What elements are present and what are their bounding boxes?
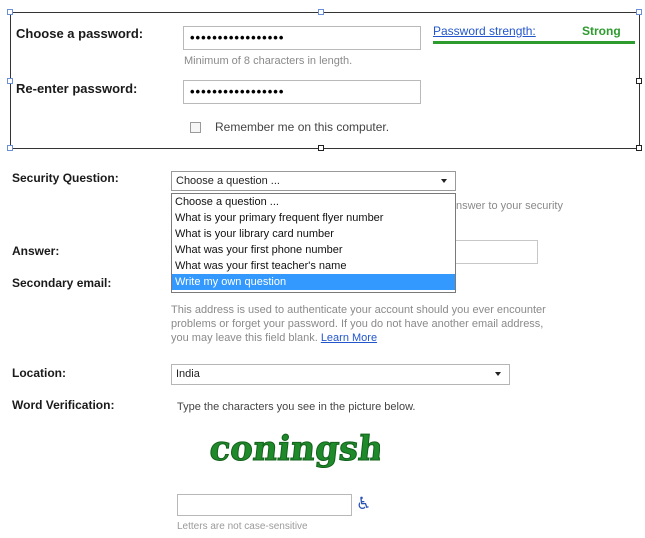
password-strength-link[interactable]: Password strength: [433, 24, 536, 38]
password-strength-value: Strong [582, 24, 621, 38]
secondary-email-label: Secondary email: [12, 276, 112, 290]
captcha-instruction: Type the characters you see in the pictu… [177, 401, 416, 413]
answer-field[interactable] [456, 240, 538, 264]
help-line-2: problems or forget your password. If you… [171, 318, 544, 330]
security-question-selected: Choose a question ... [176, 175, 280, 187]
reenter-password-field[interactable]: ••••••••••••••••• [183, 80, 421, 104]
secondary-email-help: This address is used to authenticate you… [171, 303, 641, 345]
wheelchair-icon[interactable]: ♿ [356, 494, 371, 514]
password-field[interactable]: ••••••••••••••••• [183, 26, 421, 50]
captcha-text: coningsh [208, 429, 380, 469]
security-question-dropdown: Choose a question ... What is your prima… [171, 193, 456, 293]
chevron-down-icon [495, 372, 501, 376]
location-selected: India [176, 368, 200, 380]
answer-label: Answer: [12, 244, 60, 258]
location-label: Location: [12, 366, 66, 380]
frame-handle-top-right[interactable] [636, 9, 642, 15]
captcha-input[interactable] [177, 494, 352, 516]
word-verification-label: Word Verification: [12, 398, 115, 412]
location-select[interactable]: India [171, 364, 510, 385]
dropdown-option[interactable]: What is your primary frequent flyer numb… [172, 210, 455, 226]
remember-me-checkbox[interactable] [190, 122, 201, 133]
frame-handle-bottom-right[interactable] [636, 145, 642, 151]
password-label: Choose a password: [16, 26, 144, 41]
security-hidden-hint: nswer to your security [456, 200, 563, 212]
frame-handle-bottom-left[interactable] [7, 145, 13, 151]
dropdown-option-highlighted[interactable]: Write my own question [172, 274, 455, 290]
password-strength-bar [433, 41, 635, 44]
frame-handle-right-mid[interactable] [636, 78, 642, 84]
security-question-label: Security Question: [12, 171, 119, 185]
captcha-case-note: Letters are not case-sensitive [177, 521, 308, 532]
help-line-3: you may leave this field blank. [171, 332, 318, 344]
frame-handle-left-mid[interactable] [7, 78, 13, 84]
frame-handle-top-left[interactable] [7, 9, 13, 15]
reenter-password-label: Re-enter password: [16, 81, 138, 96]
security-question-select[interactable]: Choose a question ... [171, 171, 456, 191]
frame-handle-bottom-mid[interactable] [318, 145, 324, 151]
dropdown-option[interactable]: What was your first phone number [172, 242, 455, 258]
dropdown-option[interactable]: What is your library card number [172, 226, 455, 242]
learn-more-link[interactable]: Learn More [321, 332, 377, 344]
frame-handle-top-mid[interactable] [318, 9, 324, 15]
captcha-image: coningsh [207, 429, 380, 470]
help-line-1: This address is used to authenticate you… [171, 304, 546, 316]
chevron-down-icon [441, 179, 447, 183]
dropdown-option[interactable]: What was your first teacher's name [172, 258, 455, 274]
password-hint: Minimum of 8 characters in length. [184, 55, 353, 67]
remember-me-label: Remember me on this computer. [215, 120, 390, 134]
dropdown-option[interactable]: Choose a question ... [172, 194, 455, 210]
help-line-3-wrap: you may leave this field blank. Learn Mo… [171, 331, 641, 345]
